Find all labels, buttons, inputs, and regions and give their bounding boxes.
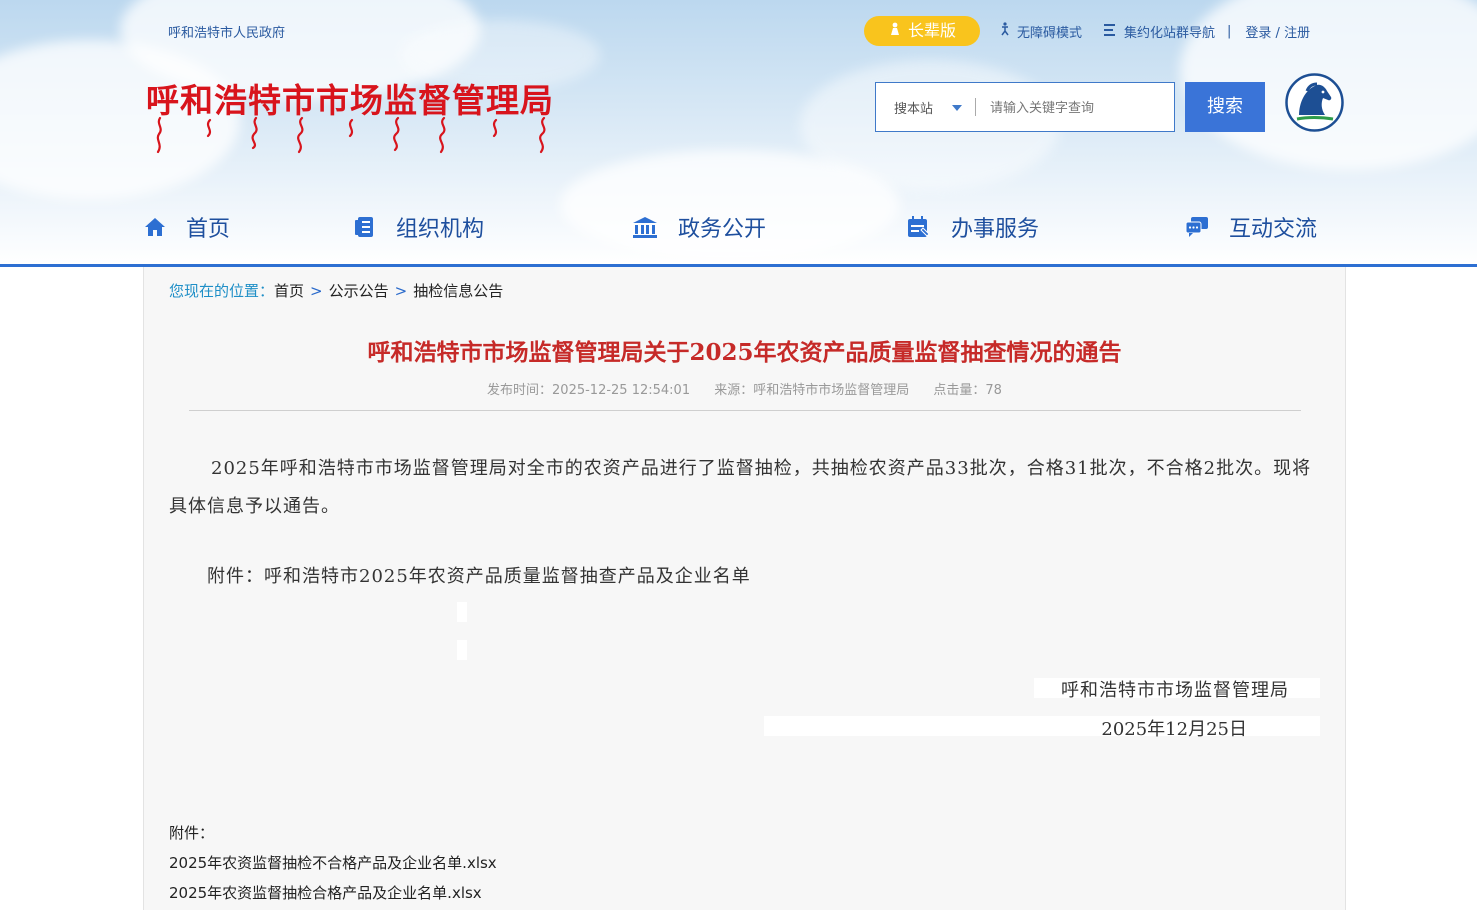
separator: | (1227, 24, 1232, 39)
organization-icon (355, 217, 373, 237)
elder-person-icon (888, 17, 902, 47)
divider (975, 98, 976, 116)
attachment-file-link[interactable]: 2025年农资监督抽检合格产品及企业名单.xlsx (169, 882, 482, 903)
nav-label: 政务公开 (678, 217, 767, 242)
site-group-nav-link[interactable]: 集约化站群导航 (1124, 22, 1215, 41)
publish-time: 发布时间：2025-12-25 12:54:01 (487, 383, 691, 398)
nav-label: 组织机构 (396, 217, 485, 242)
breadcrumb-inspection-link[interactable]: 抽检信息公告 (413, 282, 503, 300)
accessibility-icon (998, 22, 1013, 41)
mongolian-script-title (156, 116, 546, 154)
service-calendar-icon (908, 216, 930, 237)
chat-icon (1185, 217, 1208, 237)
signature-org: 呼和浩特市市场监督管理局 (1061, 680, 1289, 701)
article-meta: 发布时间：2025-12-25 12:54:01 来源：呼和浩特市市场监督管理局… (144, 379, 1345, 398)
nav-label: 首页 (186, 217, 231, 242)
elder-mode-button[interactable]: 长辈版 (864, 16, 980, 46)
site-header: 呼和浩特市人民政府 长辈版 无障碍模式 集约化站群导航 | 登录 / 注册 呼和… (0, 0, 1477, 265)
nav-label: 互动交流 (1229, 217, 1318, 242)
site-group-icon (1104, 23, 1118, 40)
breadcrumb-home-link[interactable]: 首页 (274, 282, 304, 300)
horse-logo-icon[interactable] (1285, 73, 1344, 132)
accessibility-link[interactable]: 无障碍模式 (1017, 22, 1082, 41)
top-utility-links: 无障碍模式 集约化站群导航 | 登录 / 注册 (998, 22, 1310, 41)
article-source: 来源：呼和浩特市市场监督管理局 (714, 383, 910, 398)
breadcrumb: 您现在的位置：首页 > 公示公告 > 抽检信息公告 (169, 280, 503, 301)
attachment-file-link[interactable]: 2025年农资监督抽检不合格产品及企业名单.xlsx (169, 852, 497, 873)
government-building-icon (633, 217, 657, 238)
search-button[interactable]: 搜索 (1185, 82, 1265, 132)
article-container: 您现在的位置：首页 > 公示公告 > 抽检信息公告 呼和浩特市市场监督管理局关于2025… (143, 267, 1346, 910)
caret-down-icon[interactable] (952, 105, 962, 111)
nav-home[interactable]: 首页 (144, 210, 230, 244)
nav-label: 办事服务 (951, 217, 1040, 242)
blank-line (457, 640, 467, 660)
nav-interaction[interactable]: 互动交流 (1185, 210, 1317, 244)
breadcrumb-separator: > (394, 282, 408, 300)
breadcrumb-separator: > (310, 282, 323, 300)
home-icon (145, 218, 165, 236)
article-title: 呼和浩特市市场监督管理局关于2025年农资产品质量监督抽查情况的通告 (367, 339, 1122, 366)
gov-portal-link[interactable]: 呼和浩特市人民政府 (168, 22, 285, 41)
nav-organization[interactable]: 组织机构 (354, 210, 484, 244)
nav-government-affairs[interactable]: 政务公开 (632, 210, 766, 244)
click-count: 点击量：78 (933, 383, 1002, 398)
login-register-link[interactable]: 登录 / 注册 (1245, 22, 1310, 41)
blank-line (457, 602, 467, 622)
breadcrumb-notice-link[interactable]: 公示公告 (329, 282, 389, 300)
search-scope-select[interactable]: 搜本站 (894, 98, 933, 117)
elder-mode-label: 长辈版 (907, 21, 956, 40)
title-divider (189, 410, 1301, 411)
attachment-line: 附件：呼和浩特市2025年农资产品质量监督抽查产品及企业名单 (207, 566, 751, 587)
nav-services[interactable]: 办事服务 (907, 210, 1039, 244)
search-input[interactable] (988, 95, 1167, 121)
attachments-label: 附件： (169, 824, 215, 842)
breadcrumb-lead: 您现在的位置： (169, 282, 275, 300)
search-box: 搜本站 (875, 82, 1175, 132)
signature-date: 2025年12月25日 (1101, 719, 1247, 740)
article-paragraph: 2025年呼和浩特市市场监督管理局对全市的农资产品进行了监督抽检，共抽检农资产品… (169, 458, 1312, 517)
